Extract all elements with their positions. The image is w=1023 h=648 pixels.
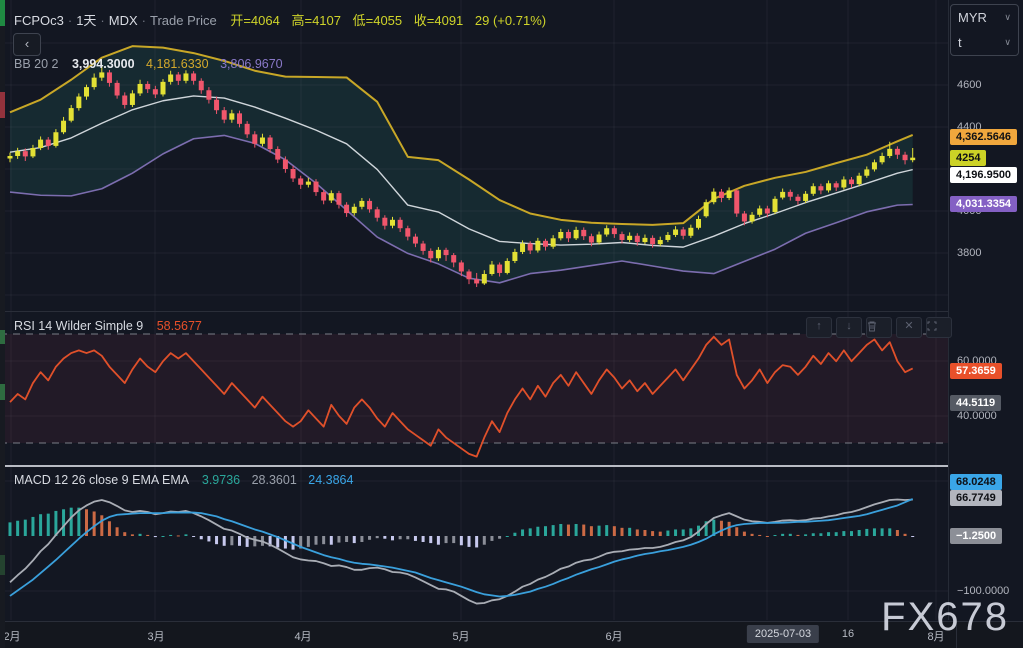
ohlc-high: 高=4107 bbox=[283, 13, 341, 28]
price-tick: 4600 bbox=[957, 79, 981, 91]
left-edge-strip bbox=[0, 0, 5, 648]
price-badge: 4,362.5646 bbox=[950, 129, 1017, 145]
macd-label[interactable]: MACD 12 26 close 9 EMA EMA bbox=[14, 473, 188, 487]
currency-unit-selector: MYR ∨ t ∨ bbox=[950, 4, 1019, 56]
pane-move-up-icon[interactable]: ↑ bbox=[806, 317, 832, 338]
interval[interactable]: 1天 bbox=[76, 13, 96, 28]
bb-lower-value: 3,806.9670 bbox=[212, 57, 283, 71]
currency-select[interactable]: MYR ∨ bbox=[951, 5, 1018, 30]
ohlc-low: 低=4055 bbox=[345, 13, 403, 28]
bb-label[interactable]: BB 20 2 bbox=[14, 57, 58, 71]
currency-value: MYR bbox=[958, 5, 987, 30]
strip-segment bbox=[0, 92, 5, 118]
rsi-tick: 40.0000 bbox=[957, 410, 997, 422]
time-axis[interactable]: 2月3月4月5月6月168月2025-07-03 bbox=[0, 621, 1023, 648]
symbol-name[interactable]: FCPOc3 bbox=[14, 13, 64, 28]
ohlc-close: 收=4091 bbox=[406, 13, 464, 28]
price-badge: 4254 bbox=[950, 150, 986, 166]
price-tick: 3800 bbox=[957, 247, 981, 259]
pane-control-buttons: ↑ ↓ ✕ bbox=[806, 317, 952, 338]
back-button[interactable]: ‹ bbox=[13, 33, 41, 56]
macd-badge: 68.0248 bbox=[950, 474, 1002, 490]
change-value: 29 (+0.71%) bbox=[467, 13, 546, 28]
divider-main-rsi[interactable] bbox=[0, 311, 1023, 312]
strip-segment bbox=[0, 555, 5, 575]
crosshair-date-badge: 2025-07-03 bbox=[747, 625, 819, 643]
price-badge: 4,031.3354 bbox=[950, 196, 1017, 212]
strip-segment bbox=[0, 0, 5, 26]
rsi-badge: 57.3659 bbox=[950, 363, 1002, 379]
pane-close-icon[interactable]: ✕ bbox=[896, 317, 922, 338]
watermark: FX678 bbox=[881, 595, 1009, 640]
exchange: MDX bbox=[109, 13, 138, 28]
bb-upper-value: 4,181.6330 bbox=[138, 57, 209, 71]
divider-rsi-macd[interactable] bbox=[0, 465, 1023, 467]
macd-hist-value: 3.9736 bbox=[192, 473, 240, 487]
symbol-header: FCPOc3·1天·MDX·Trade Price 开=4064 高=4107 … bbox=[14, 10, 546, 29]
pane-move-down-icon[interactable]: ↓ bbox=[836, 317, 862, 338]
time-label: 3月 bbox=[147, 628, 164, 644]
macd-indicator-row: MACD 12 26 close 9 EMA EMA 3.9736 28.360… bbox=[14, 473, 353, 487]
price-axis[interactable]: 460044004000380060.000040.0000−100.00004… bbox=[948, 0, 1023, 620]
chevron-down-icon: ∨ bbox=[1004, 5, 1011, 30]
ohlc-open: 开=4064 bbox=[220, 13, 280, 28]
bb-indicator-row: BB 20 2 3,994.3000 4,181.6330 3,806.9670 bbox=[14, 57, 283, 71]
time-label: 4月 bbox=[294, 628, 311, 644]
rsi-value: 58.5677 bbox=[147, 319, 202, 333]
series-type: Trade Price bbox=[150, 13, 217, 28]
macd-signal-value: 24.3864 bbox=[300, 473, 353, 487]
chart-canvas[interactable] bbox=[0, 0, 948, 620]
strip-segment bbox=[0, 384, 5, 400]
time-label: 5月 bbox=[452, 628, 469, 644]
macd-badge: 66.7749 bbox=[950, 490, 1002, 506]
time-label: 6月 bbox=[605, 628, 622, 644]
pane-maximize-icon[interactable] bbox=[926, 317, 952, 338]
macd-line-value: 28.3601 bbox=[244, 473, 297, 487]
rsi-indicator-row: RSI 14 Wilder Simple 9 58.5677 bbox=[14, 319, 202, 333]
unit-select[interactable]: t ∨ bbox=[951, 30, 1018, 55]
bb-basis-value: 3,994.3000 bbox=[62, 57, 135, 71]
time-label: 2月 bbox=[3, 628, 20, 644]
unit-value: t bbox=[958, 30, 962, 55]
pane-delete-icon[interactable] bbox=[866, 317, 892, 338]
chart-application: FCPOc3·1天·MDX·Trade Price 开=4064 高=4107 … bbox=[0, 0, 1023, 648]
chevron-down-icon: ∨ bbox=[1004, 30, 1011, 55]
time-label: 16 bbox=[842, 628, 854, 640]
price-badge: 4,196.9500 bbox=[950, 167, 1017, 183]
rsi-badge: 44.5119 bbox=[950, 395, 1001, 411]
rsi-label[interactable]: RSI 14 Wilder Simple 9 bbox=[14, 319, 143, 333]
macd-badge: −1.2500 bbox=[950, 528, 1002, 544]
strip-segment bbox=[0, 330, 5, 344]
